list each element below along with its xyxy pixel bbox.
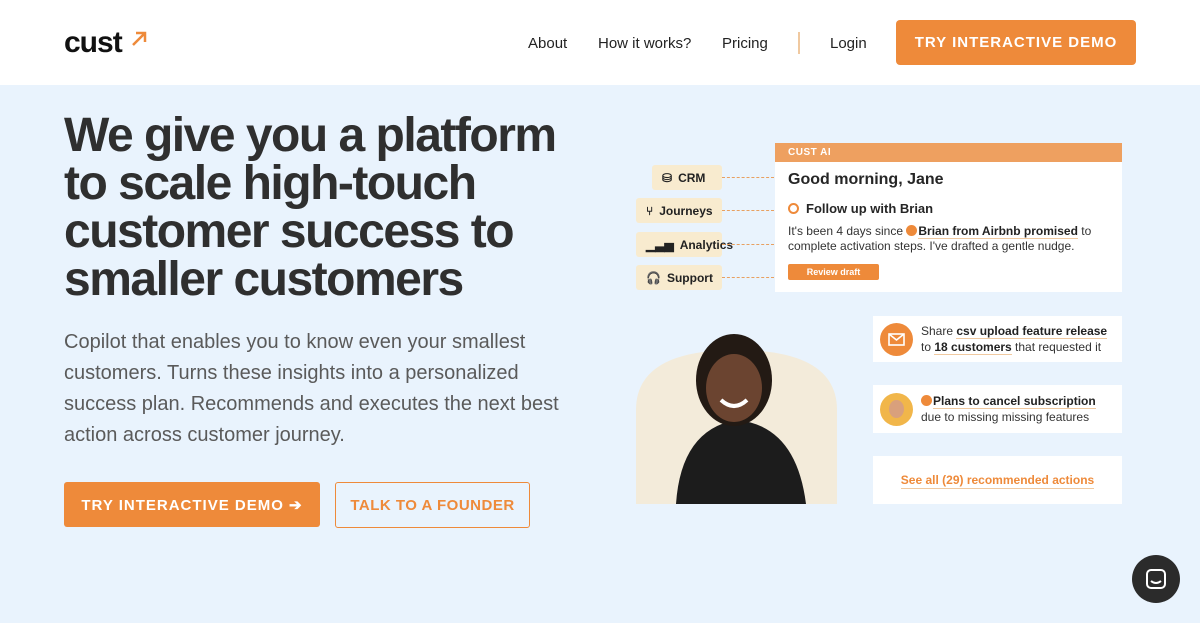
connector xyxy=(722,210,774,211)
review-draft-button[interactable]: Review draft xyxy=(788,264,879,280)
hero-subtitle: Copilot that enables you to know even yo… xyxy=(64,331,559,446)
chat-button[interactable] xyxy=(1132,555,1180,603)
connector xyxy=(722,177,774,178)
headset-icon: 🎧 xyxy=(646,270,661,285)
try-demo-button[interactable]: TRY INTERACTIVE DEMO ➔ xyxy=(64,482,320,527)
bar-chart-icon: ▁▃▅ xyxy=(646,237,674,252)
header: cust About How it works? Pricing Login T… xyxy=(0,0,1200,85)
try-demo-header-button[interactable]: TRY INTERACTIVE DEMO xyxy=(896,20,1136,65)
divider xyxy=(798,32,800,54)
connector xyxy=(722,277,774,278)
mail-icon xyxy=(880,323,913,356)
person-photo xyxy=(636,320,837,504)
database-icon: ⛁ xyxy=(662,170,673,185)
task: Follow up with Brian xyxy=(788,201,933,216)
nav-how-it-works[interactable]: How it works? xyxy=(598,35,691,52)
see-all-actions[interactable]: See all (29) recommended actions xyxy=(873,456,1122,504)
avatar xyxy=(880,393,913,426)
source-journeys: ⑂ Journeys xyxy=(636,198,722,223)
talk-to-founder-button[interactable]: TALK TO A FOUNDER xyxy=(335,482,530,528)
nav-pricing[interactable]: Pricing xyxy=(722,35,768,52)
nav-about[interactable]: About xyxy=(528,35,567,52)
ai-card-header: CUST AI xyxy=(775,143,1122,162)
greeting: Good morning, Jane xyxy=(788,171,944,188)
nav-login[interactable]: Login xyxy=(830,35,867,52)
task-message: It's been 4 days since Brian from Airbnb… xyxy=(788,224,1092,253)
source-crm: ⛁ CRM xyxy=(652,165,722,190)
action-share-release[interactable]: Share csv upload feature release to 18 c… xyxy=(873,316,1122,362)
connector xyxy=(722,244,774,245)
mail-icon xyxy=(921,395,932,406)
see-all-link[interactable]: See all (29) recommended actions xyxy=(900,472,1095,489)
hero-title: We give you a platform to scale high-tou… xyxy=(64,109,557,306)
chat-icon xyxy=(1146,569,1166,589)
source-analytics: ▁▃▅ Analytics xyxy=(636,232,733,257)
logo[interactable]: cust xyxy=(64,26,147,60)
branch-icon: ⑂ xyxy=(646,203,654,218)
mail-icon xyxy=(906,225,918,236)
circle-icon xyxy=(788,203,799,214)
arrow-up-right-icon xyxy=(132,31,147,46)
source-support: 🎧 Support xyxy=(636,265,722,290)
ai-card: CUST AI Good morning, Jane Follow up wit… xyxy=(775,143,1122,292)
action-cancel-risk[interactable]: Plans to cancel subscription due to missi… xyxy=(873,385,1122,433)
